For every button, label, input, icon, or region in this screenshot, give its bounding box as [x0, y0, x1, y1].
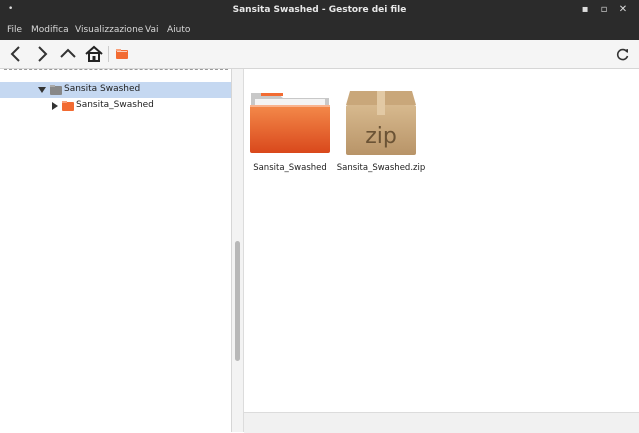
zip-archive-icon: zip — [346, 91, 416, 155]
forward-arrow-icon[interactable] — [32, 44, 52, 64]
tree-item-sansita-swashed[interactable]: Sansita Swashed — [0, 82, 231, 98]
collapsed-triangle-icon[interactable] — [52, 102, 58, 110]
menu-file[interactable]: File — [7, 25, 22, 35]
tree-item-sansita-swashed-sub[interactable]: Sansita_Swashed — [0, 98, 231, 114]
tree-item-label: Sansita_Swashed — [76, 100, 154, 110]
reload-icon[interactable] — [613, 44, 633, 64]
menu-modifica[interactable]: Modifica — [31, 25, 69, 35]
maximize-icon[interactable]: ▫ — [598, 4, 610, 16]
file-name: Sansita_Swashed — [253, 163, 327, 173]
sidebar-tree: Sansita Swashed Sansita_Swashed — [0, 69, 232, 432]
minimize-icon[interactable]: ▪ — [579, 4, 591, 16]
menu-vai[interactable]: Vai — [145, 25, 158, 35]
toolbar — [0, 40, 639, 69]
close-icon[interactable]: ✕ — [617, 4, 629, 16]
file-item-zip[interactable]: zip Sansita_Swashed.zip — [336, 83, 426, 193]
status-bar — [244, 412, 639, 433]
location-folder-icon[interactable] — [113, 44, 133, 64]
folder-icon — [62, 101, 74, 111]
tree-item-label: Sansita Swashed — [64, 84, 141, 94]
expanded-triangle-icon[interactable] — [38, 86, 46, 94]
back-arrow-icon[interactable] — [6, 44, 26, 64]
sidebar-divider — [4, 69, 228, 72]
zip-badge: zip — [365, 124, 397, 149]
sidebar-scrollbar[interactable] — [232, 69, 244, 432]
title-bar: • Sansita Swashed - Gestore dei file ▪ ▫… — [0, 0, 639, 22]
folder-icon — [50, 85, 62, 95]
menu-bar: File Modifica Visualizzazione Vai Aiuto — [0, 22, 639, 40]
menu-aiuto[interactable]: Aiuto — [167, 25, 190, 35]
file-name: Sansita_Swashed.zip — [336, 163, 426, 173]
folder-icon — [250, 93, 330, 153]
scrollbar-thumb[interactable] — [235, 241, 240, 361]
home-icon[interactable] — [84, 44, 104, 64]
window-title: Sansita Swashed - Gestore dei file — [232, 5, 407, 15]
menu-visualizzazione[interactable]: Visualizzazione — [75, 25, 143, 35]
file-item-folder[interactable]: Sansita_Swashed — [245, 83, 335, 193]
up-arrow-icon[interactable] — [58, 44, 78, 64]
toolbar-divider — [108, 46, 109, 62]
file-view: Sansita_Swashed zip Sansita_Swashed.zip — [244, 69, 639, 412]
